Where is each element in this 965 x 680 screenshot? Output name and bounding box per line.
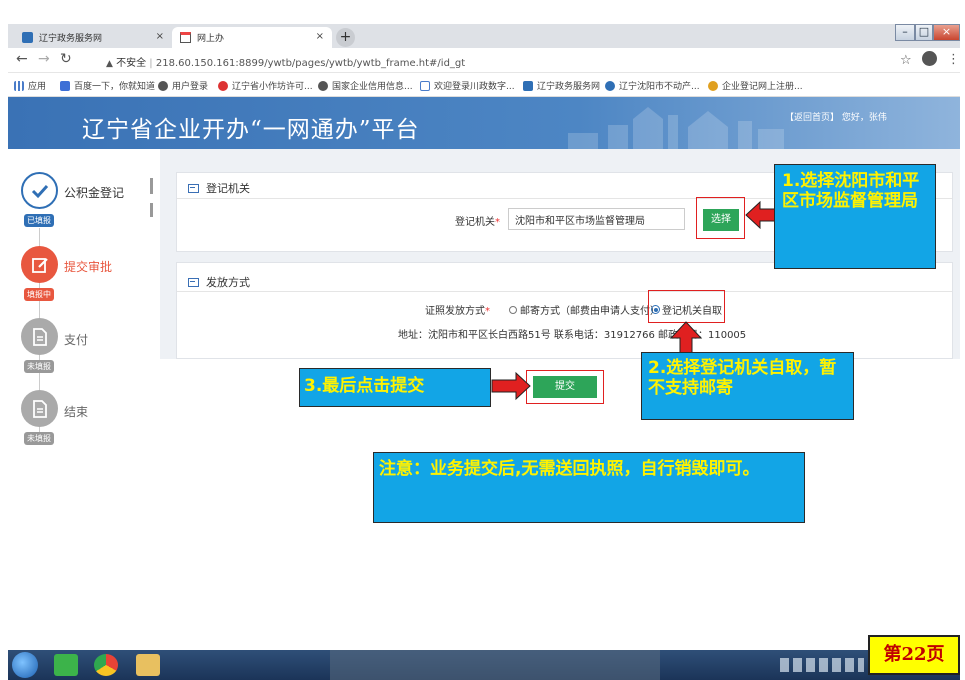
note-callout: 注意：业务提交后,无需送回执照，自行销毁即可。 — [373, 452, 805, 523]
close-icon[interactable]: × — [156, 31, 164, 42]
registration-title-text: 登记机关 — [206, 182, 250, 195]
registration-card-title: 登记机关 — [188, 180, 250, 196]
bookmark-label: 百度一下，你就知道 — [74, 82, 156, 92]
check-icon — [31, 184, 48, 198]
browser-tab-2[interactable]: 网上办 × — [172, 27, 332, 48]
step-3-label[interactable]: 支付 — [64, 331, 88, 348]
bookmark-workshop[interactable]: 辽宁省小作坊许可... — [218, 79, 313, 92]
agency-input[interactable]: 沈阳市和平区市场监督管理局 — [508, 208, 685, 230]
delivery-option-mail-label: 邮寄方式（邮费由申请人支付） — [520, 306, 660, 317]
reload-icon[interactable]: ↻ — [60, 51, 72, 67]
callout-step3: 3.最后点击提交 — [299, 368, 491, 407]
gov-site-icon — [523, 80, 533, 91]
site-icon — [420, 80, 430, 91]
bookmark-label: 应用 — [28, 82, 47, 92]
radio-unchecked-icon[interactable] — [509, 305, 517, 314]
screenshot-stage: 辽宁政务服务网 × 网上办 × + – □ × ← → ↻ ▲ 不安全 | 21… — [0, 0, 965, 680]
browser-tab-1-label: 辽宁政务服务网 — [39, 34, 103, 44]
menu-dots-icon[interactable]: ⋮ — [947, 52, 960, 67]
globe-icon — [158, 80, 168, 91]
step-3-circle[interactable] — [21, 318, 58, 355]
sidebar-scrollbar-thumb[interactable] — [150, 203, 153, 217]
delivery-field-label: 证照发放方式* — [425, 306, 490, 317]
close-icon[interactable]: × — [316, 31, 324, 42]
bookmark-enterprise[interactable]: 企业登记网上注册... — [708, 79, 803, 92]
profile-icon[interactable] — [922, 51, 937, 66]
select-agency-button[interactable]: 选择 — [703, 209, 739, 231]
system-tray-icons[interactable] — [780, 658, 864, 672]
bookmark-credit[interactable]: 国家企业信用信息... — [318, 79, 413, 92]
bookmark-label: 企业登记网上注册... — [722, 82, 803, 92]
delivery-card-title: 发放方式 — [188, 274, 250, 290]
section-icon — [188, 183, 199, 193]
step-2-badge: 填报中 — [24, 288, 54, 301]
security-label: 不安全 — [116, 58, 147, 69]
step-4-badge: 未填报 — [24, 432, 54, 445]
url-field[interactable]: ▲ 不安全 | 218.60.150.161:8899/ywtb/pages/y… — [106, 54, 465, 69]
callout-step2: 2.选择登记机关自取，暂不支持邮寄 — [641, 352, 854, 420]
browser-tab-2-label: 网上办 — [197, 34, 225, 44]
header-user-links[interactable]: 【返回首页】 您好，张伟 — [785, 110, 887, 123]
emblem-icon — [218, 80, 228, 91]
windows-start-icon[interactable] — [12, 652, 38, 678]
browser-tab-1[interactable]: 辽宁政务服务网 × — [14, 27, 172, 48]
warning-icon: ▲ — [106, 59, 113, 69]
card-divider — [177, 291, 952, 292]
bookmark-liaoning[interactable]: 辽宁政务服务网 — [523, 79, 600, 92]
sidebar-scrollbar[interactable] — [150, 178, 153, 194]
delivery-title-text: 发放方式 — [206, 276, 250, 289]
bookmark-label: 辽宁沈阳市不动产... — [619, 82, 700, 92]
apps-grid-icon — [14, 80, 24, 91]
bookmark-label: 国家企业信用信息... — [332, 82, 413, 92]
window-close-button[interactable]: × — [933, 24, 960, 41]
step-4-circle[interactable] — [21, 390, 58, 427]
submit-button[interactable]: 提交 — [533, 376, 597, 398]
baidu-icon — [60, 80, 70, 91]
url-text: 218.60.150.161:8899/ywtb/pages/ywtb/ywtb… — [155, 58, 466, 69]
callout-step1: 1.选择沈阳市和平区市场监督管理局 — [774, 164, 936, 269]
bookmark-sichuan[interactable]: 欢迎登录川政数字... — [420, 79, 515, 92]
step-1-badge: 已填报 — [24, 214, 54, 227]
bookmark-login[interactable]: 用户登录 — [158, 79, 208, 92]
step-1-circle[interactable] — [21, 172, 58, 209]
page-number-badge: 第22页 — [868, 635, 960, 675]
minimize-button[interactable]: – — [895, 24, 915, 41]
page-favicon-icon — [180, 32, 191, 43]
delivery-option-mail[interactable]: 邮寄方式（邮费由申请人支付） — [509, 302, 660, 317]
globe-icon — [605, 80, 615, 91]
new-tab-button[interactable]: + — [336, 28, 355, 47]
step-4-label[interactable]: 结束 — [64, 403, 88, 420]
edit-icon — [31, 257, 48, 273]
page-title: 辽宁省企业开办“一网通办”平台 — [82, 117, 420, 143]
step-1-label[interactable]: 公积金登记 — [64, 184, 124, 201]
wechat-icon[interactable] — [54, 654, 78, 676]
bookmark-label: 欢迎登录川政数字... — [434, 82, 515, 92]
step-2-circle[interactable] — [21, 246, 58, 283]
chrome-icon[interactable] — [94, 654, 118, 676]
pickup-highlight-box — [648, 290, 725, 323]
emblem-icon — [708, 80, 718, 91]
gov-site-icon — [22, 32, 33, 43]
list-icon — [32, 399, 47, 418]
maximize-button[interactable]: □ — [915, 24, 933, 41]
agency-field-label: 登记机关* — [455, 217, 500, 228]
folder-icon[interactable] — [136, 654, 160, 676]
bookmark-label: 辽宁省小作坊许可... — [232, 82, 313, 92]
globe-icon — [318, 80, 328, 91]
bookmark-baidu[interactable]: 百度一下，你就知道 — [60, 79, 155, 92]
forward-arrow-icon[interactable]: → — [38, 51, 50, 67]
section-icon — [188, 277, 199, 287]
taskbar-wallpaper — [330, 650, 660, 680]
star-icon[interactable]: ☆ — [900, 53, 912, 68]
red-arrow-icon — [491, 371, 531, 401]
back-arrow-icon[interactable]: ← — [16, 51, 28, 67]
bookmark-realestate[interactable]: 辽宁沈阳市不动产... — [605, 79, 700, 92]
step-2-label[interactable]: 提交审批 — [64, 258, 112, 275]
bookmark-label: 用户登录 — [172, 82, 209, 92]
bookmark-apps[interactable]: 应用 — [14, 79, 46, 92]
step-3-badge: 未填报 — [24, 360, 54, 373]
bookmark-label: 辽宁政务服务网 — [537, 82, 601, 92]
document-icon — [32, 327, 47, 346]
